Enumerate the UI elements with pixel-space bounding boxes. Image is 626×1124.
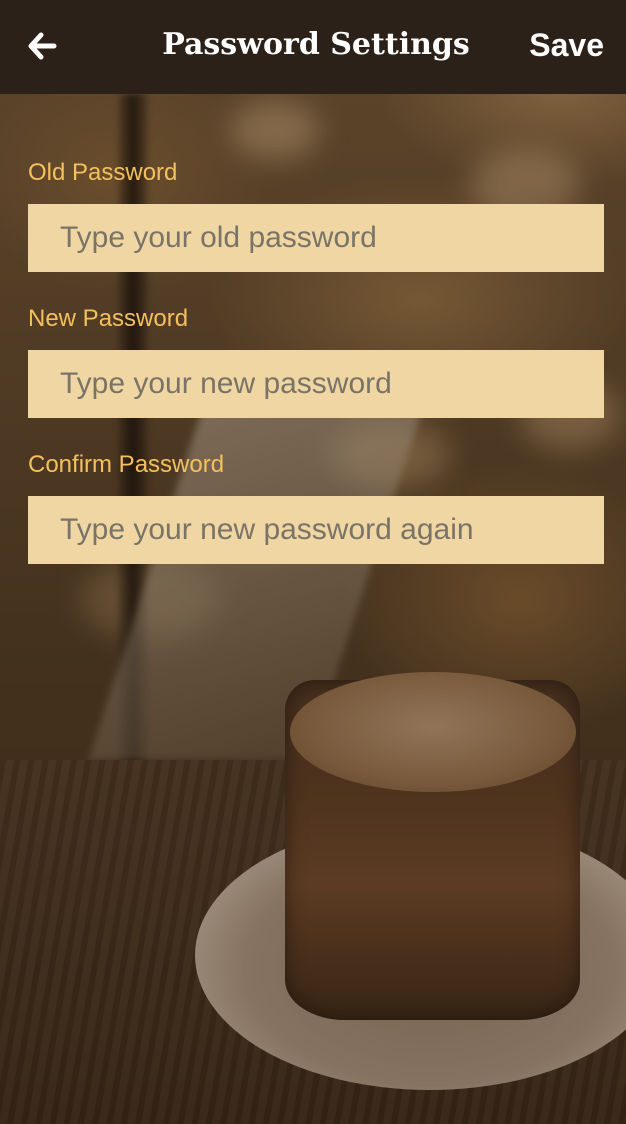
new-password-input[interactable] (28, 350, 604, 418)
arrow-left-icon (28, 32, 57, 60)
old-password-input[interactable] (28, 204, 604, 272)
confirm-password-input[interactable] (28, 496, 604, 564)
confirm-password-label: Confirm Password (28, 451, 225, 478)
new-password-label: New Password (28, 305, 189, 332)
confirm-password-field[interactable] (28, 496, 604, 564)
old-password-label: Old Password (28, 159, 178, 186)
page-title: Password Settings (162, 27, 470, 62)
save-button[interactable]: Save (529, 22, 604, 68)
old-password-field[interactable] (28, 204, 604, 272)
top-bar: Password Settings Save (0, 0, 626, 94)
new-password-field[interactable] (28, 350, 604, 418)
back-button[interactable] (22, 26, 62, 66)
